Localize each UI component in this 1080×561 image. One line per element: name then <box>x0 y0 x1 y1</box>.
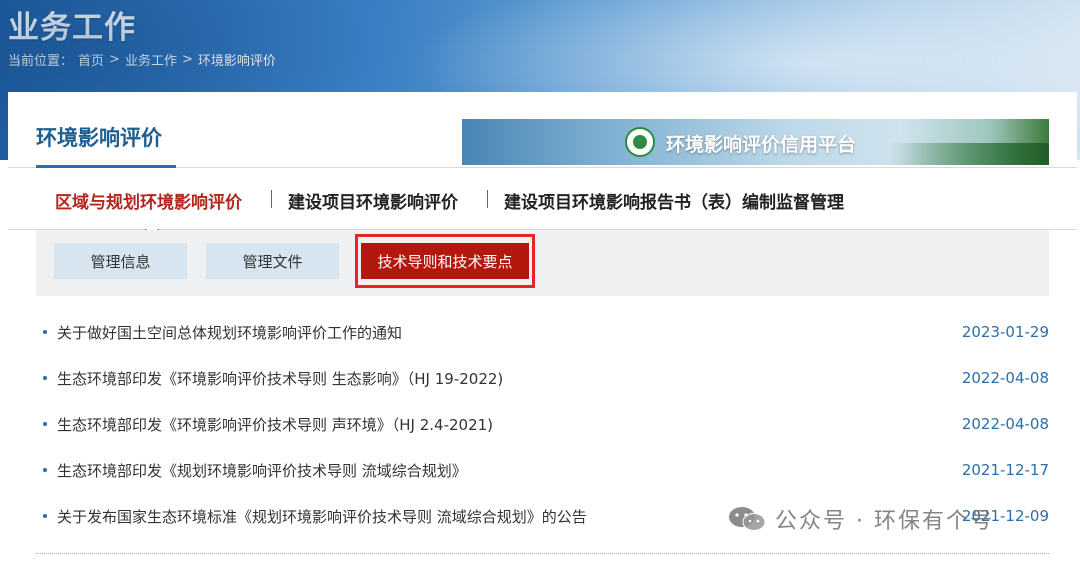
list-item[interactable]: 生态环境部印发《环境影响评价技术导则 声环境》（HJ 2.4-2021) 202… <box>8 409 1077 439</box>
breadcrumb-home[interactable]: 首页 <box>78 50 104 69</box>
breadcrumb: 当前位置： 首页 > 业务工作 > 环境影响评价 <box>8 50 276 69</box>
credit-platform-banner[interactable]: 环境影响评价信用平台 <box>462 119 1049 165</box>
breadcrumb-separator: > <box>109 52 120 67</box>
subtab-management-documents[interactable]: 管理文件 <box>206 243 339 279</box>
credit-platform-label: 环境影响评价信用平台 <box>666 134 857 156</box>
subtab-bar: 管理信息 管理文件 技术导则和技术要点 <box>36 230 1049 296</box>
list-divider <box>36 553 1049 554</box>
content-panel: 环境影响评价 环境影响评价信用平台 区域与规划环境影响评价 建设项目环境影响评价… <box>8 92 1077 561</box>
news-title[interactable]: 关于发布国家生态环境标准《规划环境影响评价技术导则 流域综合规划》的公告 <box>57 506 587 527</box>
tab-divider <box>487 190 488 208</box>
list-item[interactable]: 生态环境部印发《环境影响评价技术导则 生态影响》（HJ 19-2022) 202… <box>8 363 1077 393</box>
bullet-icon <box>43 376 47 380</box>
news-title[interactable]: 生态环境部印发《环境影响评价技术导则 生态影响》（HJ 19-2022) <box>57 368 503 389</box>
breadcrumb-current[interactable]: 环境影响评价 <box>198 50 276 69</box>
breadcrumb-prefix: 当前位置： <box>8 54 74 69</box>
tab-report-supervision[interactable]: 建设项目环境影响报告书（表）编制监督管理 <box>504 188 844 213</box>
section-title-underline <box>36 165 176 168</box>
tab-construction-project-eia[interactable]: 建设项目环境影响评价 <box>288 188 458 213</box>
category-tabs: 区域与规划环境影响评价 建设项目环境影响评价 建设项目环境影响报告书（表）编制监… <box>8 170 1077 230</box>
bullet-icon <box>43 422 47 426</box>
bullet-icon <box>43 330 47 334</box>
wechat-icon <box>729 507 766 531</box>
bullet-icon <box>43 468 47 472</box>
breadcrumb-business[interactable]: 业务工作 <box>125 50 177 69</box>
news-title[interactable]: 生态环境部印发《规划环境影响评价技术导则 流域综合规划》 <box>57 460 467 481</box>
tab-regional-planning-eia[interactable]: 区域与规划环境影响评价 <box>55 188 242 213</box>
tab-divider <box>271 190 272 208</box>
subtab-technical-guidelines[interactable]: 技术导则和技术要点 <box>361 243 529 279</box>
eco-logo-icon <box>625 127 655 157</box>
section-title: 环境影响评价 <box>36 126 162 150</box>
section-header: 环境影响评价 环境影响评价信用平台 <box>8 92 1077 168</box>
news-date: 2021-12-17 <box>961 461 1049 479</box>
bullet-icon <box>43 514 47 518</box>
news-title[interactable]: 生态环境部印发《环境影响评价技术导则 声环境》（HJ 2.4-2021) <box>57 414 493 435</box>
news-date: 2022-04-08 <box>961 415 1049 433</box>
news-title[interactable]: 关于做好国土空间总体规划环境影响评价工作的通知 <box>57 322 402 343</box>
watermark: 公众号 · 环保有个号 <box>727 503 994 535</box>
breadcrumb-separator: > <box>181 52 193 67</box>
page-title: 业务工作 <box>8 10 136 46</box>
watermark-text: 公众号 · 环保有个号 <box>775 509 994 534</box>
list-item[interactable]: 关于做好国土空间总体规划环境影响评价工作的通知 2023-01-29 <box>8 317 1077 347</box>
list-item[interactable]: 生态环境部印发《规划环境影响评价技术导则 流域综合规划》 2021-12-17 <box>8 455 1077 485</box>
subtab-management-info[interactable]: 管理信息 <box>54 243 187 279</box>
news-date: 2023-01-29 <box>961 323 1049 341</box>
news-date: 2022-04-08 <box>961 369 1049 387</box>
